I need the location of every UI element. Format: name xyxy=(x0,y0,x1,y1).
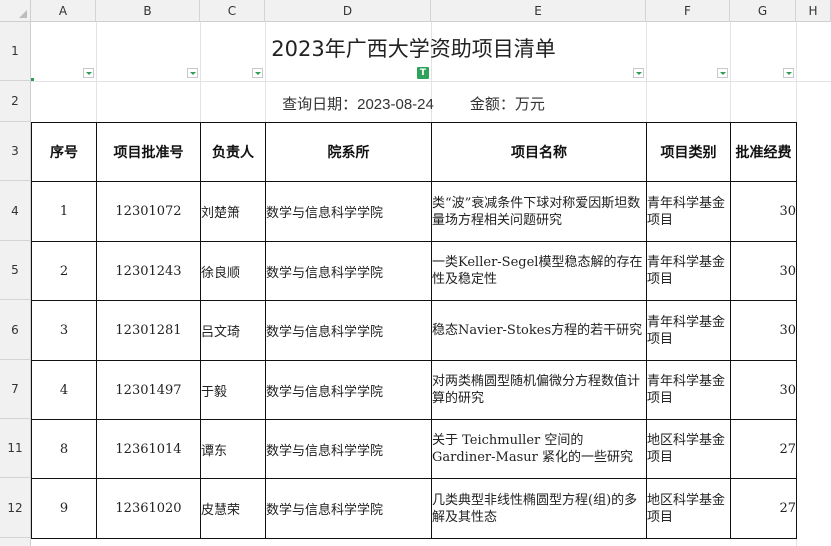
header-category[interactable]: 项目类别 xyxy=(646,122,731,182)
column-header-f[interactable]: F xyxy=(646,0,730,22)
cell-category[interactable]: 青年科学基金项目 xyxy=(646,360,731,420)
cell-approval-no[interactable]: 12301072 xyxy=(96,181,201,242)
row-header-5[interactable]: 5 xyxy=(0,241,31,300)
row-header-6[interactable]: 6 xyxy=(0,300,31,360)
cell-leader[interactable]: 皮慧荣 xyxy=(200,478,266,539)
cell-category[interactable]: 地区科学基金项目 xyxy=(646,419,731,479)
table-row: 4 12301497 于毅 数学与信息科学学院 对两类椭圆型随机偏微分方程数值计… xyxy=(31,360,797,420)
amount-unit-label: 金额：万元 xyxy=(469,95,545,113)
cell-approval-no[interactable]: 12301281 xyxy=(96,300,201,361)
cell-department[interactable]: 数学与信息科学学院 xyxy=(265,181,432,242)
cell-leader[interactable]: 刘楚箫 xyxy=(200,181,266,242)
column-header-h[interactable]: H xyxy=(796,0,831,22)
row-header-next[interactable] xyxy=(0,538,31,546)
cell-funding[interactable]: 30 xyxy=(730,360,797,420)
filter-dropdown-c[interactable] xyxy=(252,68,263,78)
cell-category[interactable]: 青年科学基金项目 xyxy=(646,241,731,301)
cell-department[interactable]: 数学与信息科学学院 xyxy=(265,478,432,539)
row-header-1[interactable]: 1 xyxy=(0,22,31,81)
header-project-name[interactable]: 项目名称 xyxy=(431,122,647,182)
column-header-b[interactable]: B xyxy=(96,0,200,22)
select-all-corner[interactable] xyxy=(0,0,31,22)
cell-project-name[interactable]: 几类典型非线性椭圆型方程(组)的多解及其性态 xyxy=(431,478,647,539)
cell-seq[interactable]: 8 xyxy=(31,419,97,479)
filter-dropdown-b[interactable] xyxy=(187,68,198,78)
cell-approval-no[interactable]: 12301497 xyxy=(96,360,201,420)
header-approval-no[interactable]: 项目批准号 xyxy=(96,122,201,182)
row-header-3[interactable]: 3 xyxy=(0,122,31,181)
cell-approval-no[interactable]: 12361020 xyxy=(96,478,201,539)
row-header-2[interactable]: 2 xyxy=(0,81,31,122)
table-row: 1 12301072 刘楚箫 数学与信息科学学院 类“波”衰减条件下球对称爱因斯… xyxy=(31,181,797,242)
column-header-a[interactable]: A xyxy=(31,0,96,22)
filter-dropdown-g[interactable] xyxy=(783,68,794,78)
column-header-c[interactable]: C xyxy=(200,0,265,22)
row-header-12[interactable]: 12 xyxy=(0,478,31,538)
cell-department[interactable]: 数学与信息科学学院 xyxy=(265,241,432,301)
cell-funding[interactable]: 30 xyxy=(730,241,797,301)
query-info: 查询日期：2023-08-24 金额：万元 xyxy=(31,93,796,114)
cell-seq[interactable]: 3 xyxy=(31,300,97,361)
row-header-7[interactable]: 7 xyxy=(0,360,31,419)
cell-funding[interactable]: 27 xyxy=(730,478,797,539)
cell-leader[interactable]: 于毅 xyxy=(200,360,266,420)
header-seq[interactable]: 序号 xyxy=(31,122,97,182)
sheet-title: 2023年广西大学资助项目清单 xyxy=(271,37,556,61)
cell-seq[interactable]: 2 xyxy=(31,241,97,301)
column-header-e[interactable]: E xyxy=(431,0,646,22)
header-department[interactable]: 院系所 xyxy=(265,122,432,182)
cell-project-name[interactable]: 对两类椭圆型随机偏微分方程数值计算的研究 xyxy=(431,360,647,420)
column-header-d[interactable]: D xyxy=(265,0,431,22)
table-row: 2 12301243 徐良顺 数学与信息科学学院 一类Keller-Segel模… xyxy=(31,241,797,301)
gridline xyxy=(31,81,831,82)
spreadsheet: A B C D E F G H 1 2 3 4 5 6 7 11 12 2023… xyxy=(0,0,831,546)
filter-dropdown-f[interactable] xyxy=(717,68,728,78)
row-header-4[interactable]: 4 xyxy=(0,181,31,241)
cell-funding[interactable]: 27 xyxy=(730,419,797,479)
table-row: 8 12361014 谭东 数学与信息科学学院 关于 Teichmuller 空… xyxy=(31,419,797,479)
row-header-11[interactable]: 11 xyxy=(0,419,31,478)
cell-leader[interactable]: 吕文琦 xyxy=(200,300,266,361)
cell-funding[interactable]: 30 xyxy=(730,181,797,242)
cell-seq[interactable]: 9 xyxy=(31,478,97,539)
cell-project-name[interactable]: 一类Keller-Segel模型稳态解的存在性及稳定性 xyxy=(431,241,647,301)
cell-project-name[interactable]: 稳态Navier-Stokes方程的若干研究 xyxy=(431,300,647,361)
table-row: 9 12361020 皮慧荣 数学与信息科学学院 几类典型非线性椭圆型方程(组)… xyxy=(31,478,797,539)
cell-funding[interactable]: 30 xyxy=(730,300,797,361)
cell-seq[interactable]: 1 xyxy=(31,181,97,242)
projects-table: 序号 项目批准号 负责人 院系所 项目名称 项目类别 批准经费 1 123010… xyxy=(31,122,797,539)
header-leader[interactable]: 负责人 xyxy=(200,122,266,182)
column-header-g[interactable]: G xyxy=(730,0,796,22)
cell-department[interactable]: 数学与信息科学学院 xyxy=(265,360,432,420)
cell-department[interactable]: 数学与信息科学学院 xyxy=(265,300,432,361)
filter-dropdown-e[interactable] xyxy=(633,68,644,78)
query-date-value: 2023-08-24 xyxy=(357,96,434,113)
query-date-label: 查询日期： xyxy=(282,95,358,113)
active-filter-icon[interactable]: T xyxy=(417,67,429,79)
selection-marker xyxy=(31,78,34,81)
cell-leader[interactable]: 谭东 xyxy=(200,419,266,479)
cell-department[interactable]: 数学与信息科学学院 xyxy=(265,419,432,479)
header-funding[interactable]: 批准经费 xyxy=(730,122,797,182)
cell-category[interactable]: 地区科学基金项目 xyxy=(646,478,731,539)
cell-leader[interactable]: 徐良顺 xyxy=(200,241,266,301)
table-row: 3 12301281 吕文琦 数学与信息科学学院 稳态Navier-Stokes… xyxy=(31,300,797,361)
cell-seq[interactable]: 4 xyxy=(31,360,97,420)
filter-dropdown-a[interactable] xyxy=(83,68,94,78)
cell-project-name[interactable]: 关于 Teichmuller 空间的 Gardiner-Masur 紧化的一些研… xyxy=(431,419,647,479)
cell-approval-no[interactable]: 12301243 xyxy=(96,241,201,301)
cell-category[interactable]: 青年科学基金项目 xyxy=(646,181,731,242)
table-header-row: 序号 项目批准号 负责人 院系所 项目名称 项目类别 批准经费 xyxy=(31,122,797,182)
cell-project-name[interactable]: 类“波”衰减条件下球对称爱因斯坦数量场方程相关问题研究 xyxy=(431,181,647,242)
cell-approval-no[interactable]: 12361014 xyxy=(96,419,201,479)
cell-category[interactable]: 青年科学基金项目 xyxy=(646,300,731,361)
